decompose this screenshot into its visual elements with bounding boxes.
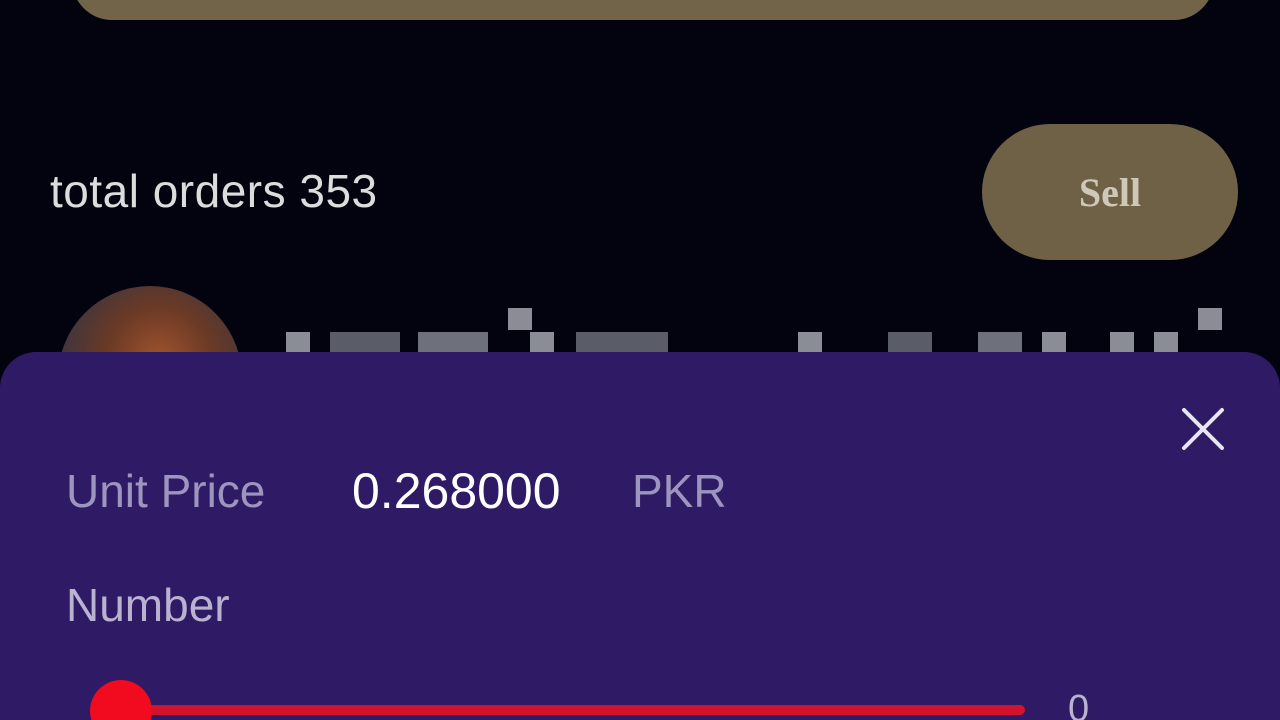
pixelated-seller-info — [888, 332, 932, 352]
currency-label: PKR — [632, 465, 727, 517]
number-label: Number — [66, 579, 230, 631]
pixelated-seller-info — [1110, 332, 1134, 352]
pixelated-seller-info — [330, 332, 400, 352]
close-icon[interactable] — [1180, 406, 1226, 452]
pixelated-seller-info — [508, 308, 532, 330]
pixelated-seller-info — [978, 332, 1022, 352]
pixelated-seller-info — [576, 332, 668, 352]
seller-row[interactable] — [0, 280, 1280, 470]
pixelated-seller-info — [798, 332, 822, 352]
pixelated-seller-info — [418, 332, 488, 352]
top-action-button[interactable] — [72, 0, 1214, 20]
pixelated-seller-info — [1154, 332, 1178, 352]
app-screen: total orders 353 Sell Unit Price 0.26800… — [0, 0, 1280, 720]
pixelated-seller-info — [286, 332, 310, 352]
unit-price-label: Unit Price — [66, 465, 266, 517]
pixelated-seller-info — [1042, 332, 1066, 352]
pixelated-seller-info — [530, 332, 554, 352]
pixelated-seller-info — [1198, 308, 1222, 330]
total-orders-text: total orders 353 — [50, 165, 378, 217]
sell-button[interactable]: Sell — [982, 124, 1238, 260]
unit-price-value: 0.268000 — [352, 463, 561, 519]
purchase-bottom-sheet — [0, 352, 1280, 720]
number-slider-track[interactable] — [120, 705, 1025, 715]
number-slider-value: 0 — [1068, 688, 1090, 720]
